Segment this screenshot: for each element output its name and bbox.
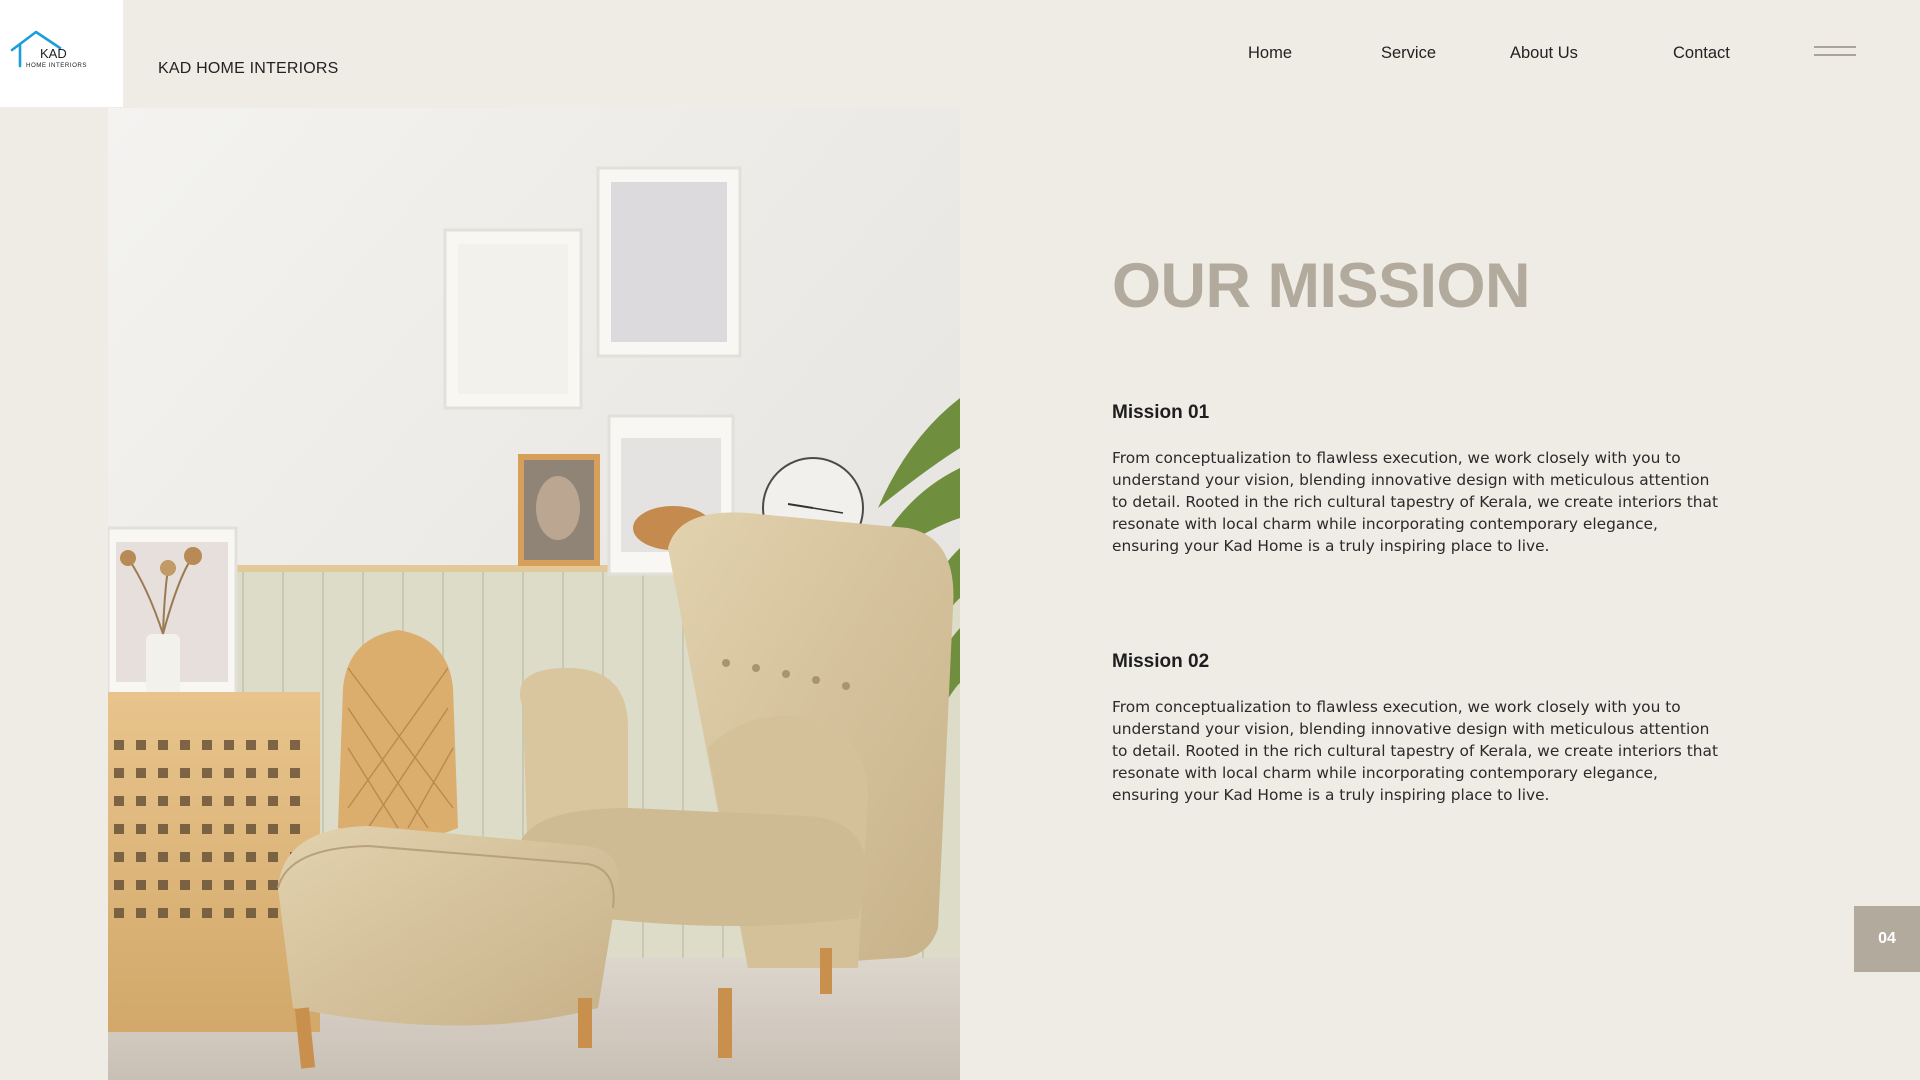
brand-name[interactable]: KAD HOME INTERIORS — [158, 60, 339, 78]
page-number-badge: 04 — [1854, 906, 1920, 972]
menu-line-top — [1814, 46, 1856, 48]
mission-body: From conceptualization to flawless execu… — [1112, 449, 1718, 555]
nav-contact[interactable]: Contact — [1673, 44, 1730, 63]
house-roof-logo-icon: KAD HOME INTERIORS — [10, 30, 87, 69]
hamburger-menu-icon[interactable] — [1814, 46, 1858, 62]
logo[interactable]: KAD HOME INTERIORS — [0, 0, 123, 107]
mission-body: From conceptualization to flawless execu… — [1112, 698, 1718, 804]
menu-line-bottom — [1814, 54, 1856, 56]
mission-heading: Mission 01 — [1112, 402, 1210, 423]
logo-word-main: KAD — [40, 46, 67, 61]
nav-about-us[interactable]: About Us — [1510, 44, 1578, 63]
section-title: OUR MISSION — [1112, 251, 1531, 321]
photo-illustration — [108, 108, 960, 1080]
mission-heading: Mission 02 — [1112, 651, 1210, 672]
logo-word-sub: HOME INTERIORS — [26, 62, 87, 69]
nav-service[interactable]: Service — [1381, 44, 1436, 63]
nav-home[interactable]: Home — [1248, 44, 1292, 63]
mission-page: KAD HOME INTERIORS KAD HOME INTERIORS Ho… — [0, 0, 1920, 1080]
living-room-armchair-photo — [108, 108, 960, 1080]
